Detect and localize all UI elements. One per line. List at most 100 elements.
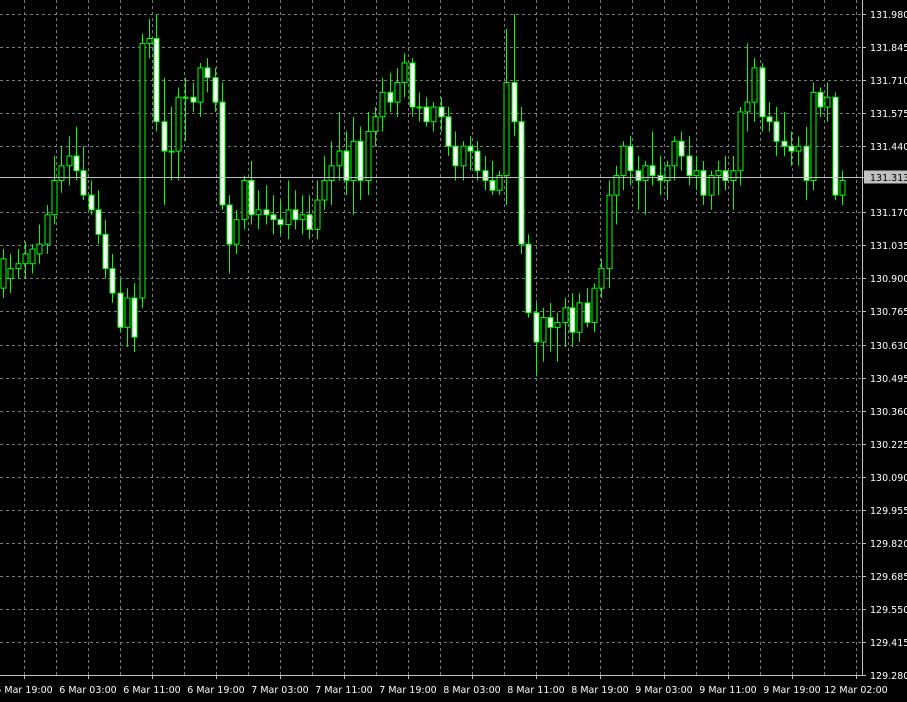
- candle-bear: [73, 155, 80, 172]
- candle-bear: [204, 67, 211, 79]
- candle-bear: [584, 302, 591, 323]
- candle-bear: [649, 165, 656, 177]
- candle-bear: [212, 77, 219, 103]
- candle-bear: [95, 209, 102, 235]
- candle-bull: [314, 199, 321, 230]
- x-tick-label: 7 Mar 11:00: [315, 685, 372, 696]
- candle-bear: [518, 121, 525, 245]
- candle-bull: [36, 243, 43, 255]
- y-tick-label: 130.900: [870, 274, 907, 285]
- candle-bear: [547, 317, 554, 328]
- y-tick-label: 129.280: [870, 671, 907, 682]
- candle-bear: [190, 96, 197, 103]
- candle-bull: [0, 258, 7, 289]
- y-tick-label: 130.630: [870, 341, 907, 352]
- candle-bull: [744, 101, 751, 113]
- candle-bull: [328, 165, 335, 181]
- y-tick-label: 129.685: [870, 572, 907, 583]
- candle-bear: [343, 150, 350, 181]
- candle-bull: [730, 170, 737, 181]
- candle-bear: [357, 140, 364, 181]
- candle-bull: [336, 150, 343, 167]
- candle-bear: [277, 219, 284, 226]
- candle-bull: [576, 302, 583, 333]
- candle-bear: [525, 243, 532, 314]
- x-tick-label: 9 Mar 19:00: [763, 685, 820, 696]
- candle-bull: [613, 175, 620, 196]
- candle-bull: [416, 106, 423, 109]
- candle-bear: [226, 204, 233, 245]
- candle-bull: [642, 165, 649, 181]
- candle-bull: [365, 131, 372, 181]
- candle-bear: [627, 145, 634, 172]
- candle-bull: [146, 37, 153, 44]
- candle-bull: [394, 82, 401, 103]
- candle-bull: [175, 96, 182, 152]
- candle-bear: [474, 150, 481, 172]
- candle-bull: [693, 170, 700, 177]
- candle-bear: [80, 170, 87, 196]
- candle-bear: [263, 209, 270, 216]
- candle-bear: [153, 37, 160, 123]
- y-tick-label: 130.495: [870, 374, 907, 385]
- candlestick-chart: 131.980 131.845 131.710 131.575 131.440 131.3…: [0, 0, 907, 702]
- x-tick-label: 8 Mar 03:00: [443, 685, 500, 696]
- candle-bull: [606, 194, 613, 270]
- candle-bull: [197, 67, 204, 103]
- y-tick-label: 129.415: [870, 638, 907, 649]
- candle-bear: [248, 179, 255, 216]
- current-price-label: 131.313: [870, 173, 907, 184]
- candle-bear: [219, 101, 226, 206]
- candle-bear: [686, 155, 693, 177]
- candle-bear: [88, 194, 95, 211]
- candle-bear: [817, 91, 824, 108]
- candle-bull: [664, 165, 671, 181]
- y-tick-label: 131.575: [870, 109, 907, 120]
- y-tick-label: 130.225: [870, 440, 907, 451]
- candle-bear: [117, 292, 124, 328]
- x-tick-label: 9 Mar 11:00: [699, 685, 756, 696]
- candle-bull: [810, 91, 817, 181]
- x-tick-label: 7 Mar 19:00: [379, 685, 436, 696]
- x-tick-label: 7 Mar 03:00: [251, 685, 308, 696]
- candle-bull: [168, 150, 175, 153]
- candle-bear: [438, 106, 445, 118]
- candle-bull: [372, 116, 379, 133]
- candle-bear: [292, 209, 299, 221]
- y-tick-label: 131.440: [870, 142, 907, 153]
- candle-bull: [321, 179, 328, 201]
- x-tick-label: 6 Mar 19:00: [187, 685, 244, 696]
- candle-bull: [299, 214, 306, 221]
- candle-bear: [635, 170, 642, 181]
- candle-bear: [423, 106, 430, 123]
- candle-bull: [430, 106, 437, 123]
- candle-bear: [467, 145, 474, 152]
- candle-bear: [803, 145, 810, 181]
- candle-bear: [700, 170, 707, 196]
- x-tick-label: 5 Mar 19:00: [0, 685, 53, 696]
- candle-bear: [766, 116, 773, 123]
- candle-bull: [66, 155, 73, 167]
- y-tick-label: 130.090: [870, 473, 907, 484]
- x-tick-label: 12 Mar 02:00: [824, 685, 887, 696]
- candle-bull: [241, 179, 248, 221]
- candle-bear: [722, 170, 729, 181]
- y-tick-label: 130.360: [870, 407, 907, 418]
- candle-bull: [460, 145, 467, 167]
- y-tick-label: 131.710: [870, 76, 907, 87]
- candle-bull: [562, 307, 569, 323]
- candle-bull: [233, 219, 240, 245]
- candle-bull: [285, 209, 292, 226]
- candle-bull: [540, 317, 547, 343]
- candle-bull: [839, 179, 846, 196]
- candle-bear: [161, 121, 168, 152]
- candle-bear: [387, 91, 394, 103]
- candle-bull: [44, 214, 51, 245]
- candle-bear: [102, 233, 109, 270]
- y-tick-label: 129.955: [870, 506, 907, 517]
- candle-bull: [737, 111, 744, 172]
- y-tick-label: 131.035: [870, 241, 907, 252]
- candle-bull: [182, 96, 189, 99]
- candle-bull: [598, 268, 605, 289]
- candle-bear: [511, 82, 518, 123]
